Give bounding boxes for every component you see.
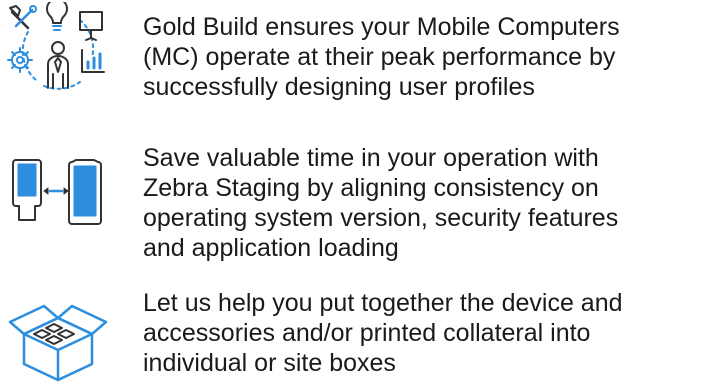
open-box-icon: [6, 290, 110, 386]
feature-description: Gold Build ensures your Mobile Computers…: [143, 12, 703, 102]
feature-text-line: successfully designing user profiles: [143, 73, 535, 101]
feature-description: Let us help you put together the device …: [143, 288, 703, 378]
feature-text-line: individual or site boxes: [143, 349, 396, 377]
feature-description: Save valuable time in your operation wit…: [143, 143, 703, 263]
feature-text-line: (MC) operate at their peak performance b…: [143, 43, 616, 71]
feature-text-line: Save valuable time in your operation wit…: [143, 144, 599, 172]
performance-icon: [6, 2, 110, 98]
mobile-staging-icon: [6, 150, 110, 246]
feature-text-line: and application loading: [143, 234, 399, 262]
feature-text-line: Gold Build ensures your Mobile Computers: [143, 13, 620, 41]
feature-text-line: operating system version, security featu…: [143, 204, 619, 232]
feature-text-line: Let us help you put together the device …: [143, 289, 623, 317]
feature-text-line: accessories and/or printed collateral in…: [143, 319, 591, 347]
feature-text-line: Zebra Staging by aligning consistency on: [143, 174, 599, 202]
